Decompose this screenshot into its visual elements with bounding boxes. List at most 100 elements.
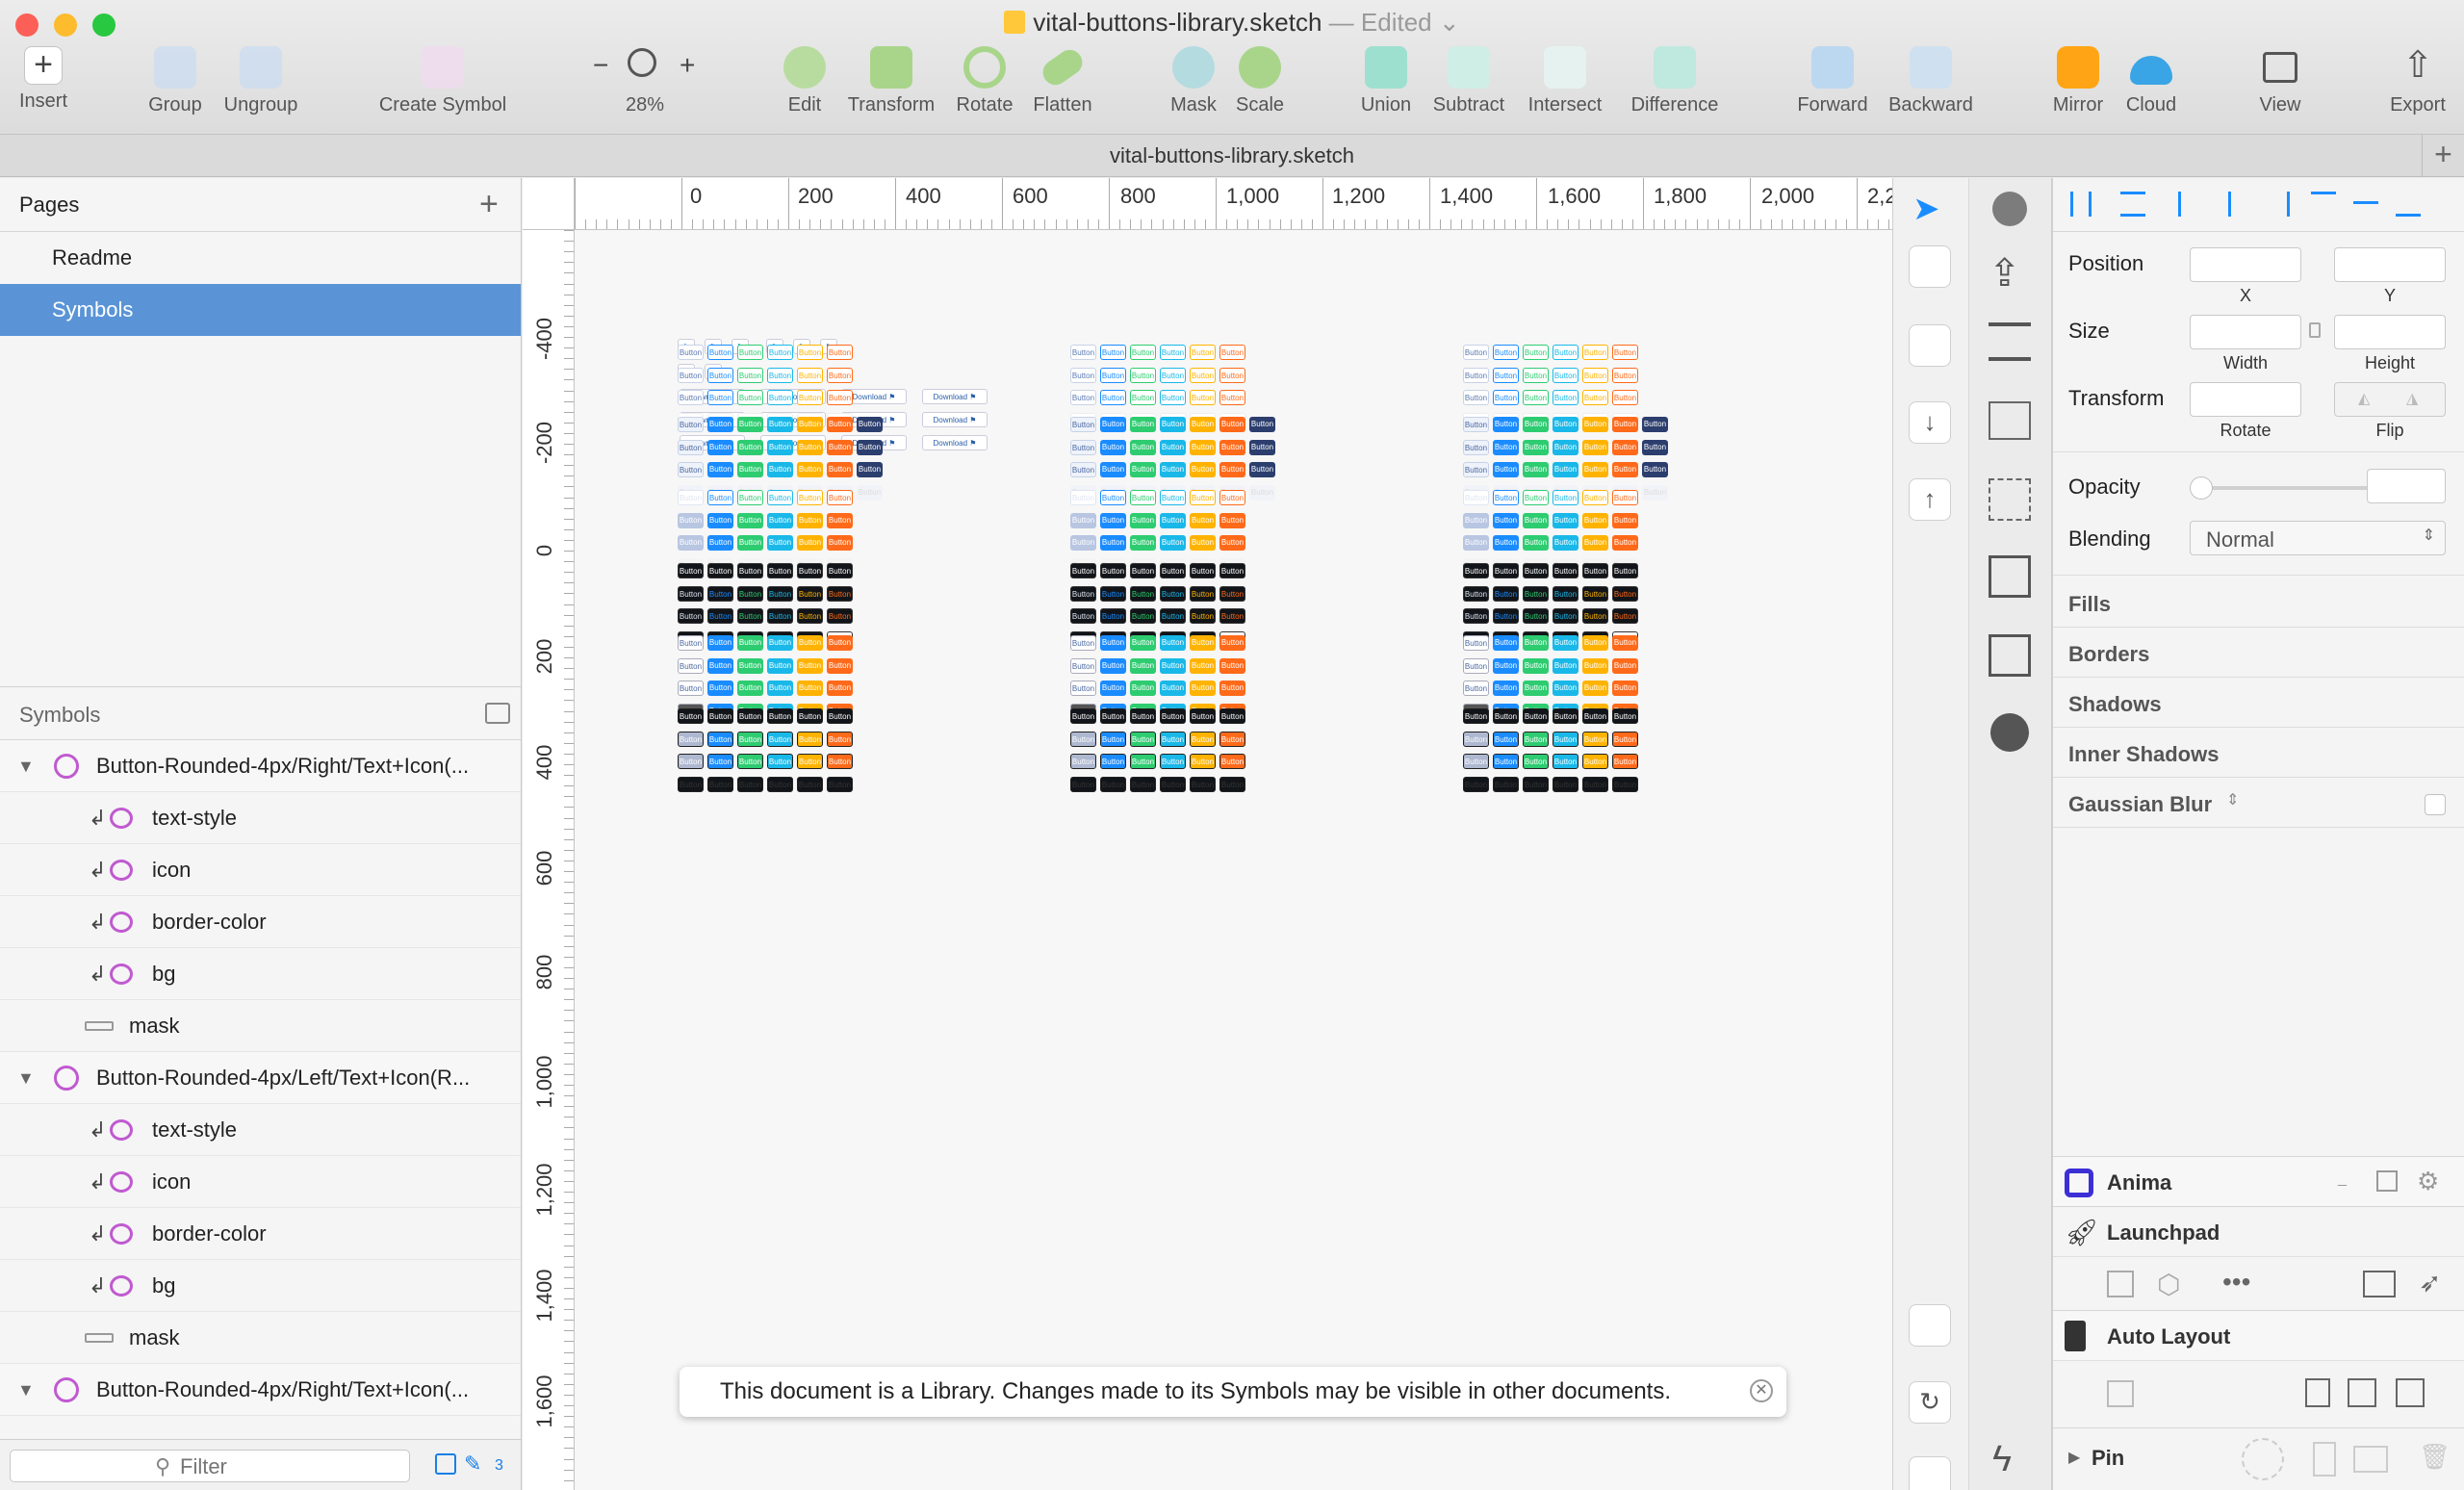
browser-icon[interactable] [2363, 1271, 2396, 1297]
symbol-button[interactable]: Button [1463, 776, 1489, 792]
lock-icon[interactable] [2309, 322, 2321, 338]
symbol-button[interactable]: Button [1070, 417, 1096, 432]
symbol-button[interactable]: Button [797, 490, 823, 505]
opacity-slider[interactable] [2195, 486, 2378, 490]
symbol-button[interactable]: Button [797, 462, 823, 477]
symbol-button[interactable]: Button [1523, 367, 1549, 383]
symbol-button[interactable]: Button [797, 512, 823, 528]
difference-button[interactable]: Difference [1621, 46, 1729, 116]
symbol-button[interactable]: Button [797, 754, 823, 769]
symbol-button[interactable]: Button [1463, 754, 1489, 769]
symbol-button[interactable]: Button [737, 462, 763, 477]
symbol-button[interactable]: Button [767, 512, 793, 528]
symbol-button[interactable]: Button [678, 367, 704, 383]
symbol-button[interactable]: Button [797, 608, 823, 624]
symbol-button[interactable]: Button [797, 657, 823, 674]
align-center-icon[interactable] [2228, 192, 2253, 217]
symbol-button[interactable]: Button [1100, 754, 1126, 769]
symbol-button[interactable]: Button [1070, 731, 1096, 747]
symbol-button[interactable]: Button [767, 345, 793, 360]
symbol-button[interactable]: Button [1190, 657, 1216, 674]
symbol-button[interactable]: Button [1130, 608, 1156, 624]
symbol-button[interactable]: Button [1612, 608, 1638, 624]
layout-frame-icon[interactable] [2107, 1380, 2134, 1407]
symbol-button[interactable]: Button [797, 417, 823, 432]
symbol-button[interactable]: Button [1612, 563, 1638, 578]
symbol-button[interactable]: Button [1463, 390, 1489, 405]
symbol-button[interactable]: Button [767, 417, 793, 432]
symbol-button[interactable]: Button [1070, 490, 1096, 505]
symbol-button[interactable]: Button [1219, 585, 1245, 602]
mirror-button[interactable]: Mirror [2046, 46, 2110, 116]
symbol-button[interactable]: Button [1190, 708, 1216, 724]
symbol-button[interactable]: Button [1553, 608, 1578, 624]
symbol-button[interactable]: Download ⚑ [922, 435, 988, 450]
symbol-button[interactable]: Button [767, 657, 793, 674]
symbol-button[interactable]: Button [1463, 439, 1489, 455]
gear-icon[interactable]: ⚙ [2417, 1167, 2439, 1196]
symbol-button[interactable]: Button [1070, 635, 1096, 651]
symbol-button[interactable]: Button [797, 535, 823, 551]
symbol-button[interactable]: Button [1160, 512, 1186, 528]
width-field[interactable] [2190, 315, 2301, 349]
symbol-button[interactable]: Button [1523, 657, 1549, 674]
symbol-button[interactable]: Button [1553, 490, 1578, 505]
symbol-button[interactable]: Button [827, 535, 853, 551]
symbol-button[interactable]: Button [1249, 439, 1275, 455]
symbol-button[interactable]: Button [1553, 681, 1578, 696]
symbol-button[interactable]: Button [1130, 681, 1156, 696]
symbol-button[interactable]: Button [1582, 367, 1608, 383]
symbol-button[interactable]: Button [1100, 417, 1126, 432]
symbol-button[interactable]: Button [827, 635, 853, 651]
symbol-button[interactable]: Button [1100, 490, 1126, 505]
symbol-button[interactable]: Button [1190, 439, 1216, 455]
layer-row[interactable]: ↲ text-style [0, 1104, 521, 1156]
symbol-button[interactable]: Button [1100, 439, 1126, 455]
symbol-button[interactable]: Button [1493, 439, 1519, 455]
symbol-button[interactable]: Button [1070, 776, 1096, 792]
symbol-button[interactable]: Button [1642, 417, 1668, 432]
page-item-readme[interactable]: Readme [0, 232, 521, 284]
backward-button[interactable]: Backward [1883, 46, 1979, 116]
symbol-button[interactable]: Button [1219, 731, 1245, 747]
symbol-button[interactable]: Button [707, 608, 733, 624]
symbol-button[interactable]: Button [1553, 563, 1578, 578]
symbol-button[interactable]: Button [1463, 512, 1489, 528]
symbol-button[interactable]: Button [1493, 776, 1519, 792]
symbol-button[interactable]: Button [827, 657, 853, 674]
symbol-button[interactable]: Button [797, 345, 823, 360]
symbol-button[interactable]: Button [1130, 417, 1156, 432]
symbol-button[interactable]: Button [1219, 439, 1245, 455]
symbol-button[interactable]: Button [1160, 462, 1186, 477]
add-user-icon[interactable] [1909, 1304, 1951, 1347]
cloud-button[interactable]: Cloud [2118, 46, 2185, 116]
symbol-button[interactable]: Button [1523, 417, 1549, 432]
symbol-button[interactable]: Button [707, 708, 733, 724]
symbol-button[interactable]: Button [1582, 439, 1608, 455]
export-button[interactable]: ⇧ Export [2381, 46, 2454, 116]
symbol-button[interactable]: Button [1612, 345, 1638, 360]
symbol-button[interactable]: Button [1493, 681, 1519, 696]
opacity-field[interactable] [2367, 469, 2446, 503]
symbol-button[interactable]: Button [1463, 535, 1489, 551]
symbol-button[interactable]: Button [707, 681, 733, 696]
symbol-button[interactable]: Button [797, 635, 823, 651]
symbol-button[interactable]: Button [1612, 754, 1638, 769]
symbol-button[interactable]: Button [1070, 390, 1096, 405]
pointer-icon[interactable]: ➤ [1912, 190, 1940, 228]
distribute-vertical-icon[interactable] [2120, 192, 2145, 217]
symbol-button[interactable]: Button [1493, 731, 1519, 747]
symbol-button[interactable]: Button [767, 390, 793, 405]
symbol-button[interactable]: Button [1190, 462, 1216, 477]
symbol-button[interactable]: Button [1100, 563, 1126, 578]
add-page-plus-icon[interactable]: + [479, 186, 499, 223]
symbol-button[interactable]: Button [827, 367, 853, 383]
rotate-field[interactable] [2190, 382, 2301, 417]
symbol-button[interactable]: Button [737, 512, 763, 528]
symbol-button[interactable]: Button [1070, 512, 1096, 528]
edit-button[interactable]: Edit [778, 46, 832, 116]
symbol-button[interactable]: Button [678, 708, 704, 724]
symbol-button[interactable]: Button [1190, 731, 1216, 747]
symbol-button[interactable]: Button [678, 417, 704, 432]
symbol-button[interactable]: Button [1523, 439, 1549, 455]
